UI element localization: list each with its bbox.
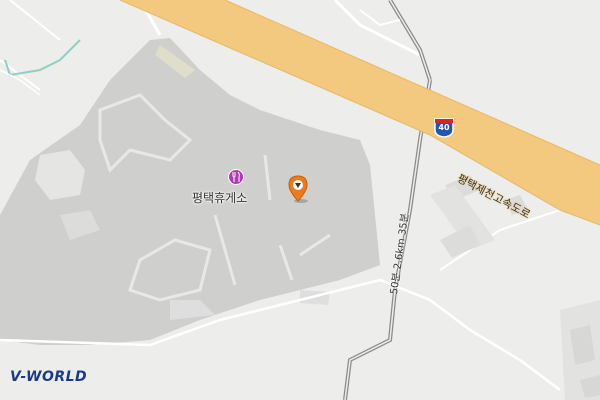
- map-canvas[interactable]: 40 평택제천고속도로 50분 2.6km 35분 평택휴게소 V-WORLD: [0, 0, 600, 400]
- location-pin-shape: [288, 175, 308, 203]
- vworld-logo: V-WORLD: [10, 369, 88, 385]
- restaurant-icon[interactable]: [229, 170, 243, 184]
- highway-shield-icon: 40: [433, 118, 455, 138]
- poi-label[interactable]: 평택휴게소: [192, 189, 247, 206]
- fork-knife-glyph: [232, 172, 240, 182]
- location-pin-icon[interactable]: [287, 175, 309, 203]
- highway-shield-number: 40: [438, 123, 450, 132]
